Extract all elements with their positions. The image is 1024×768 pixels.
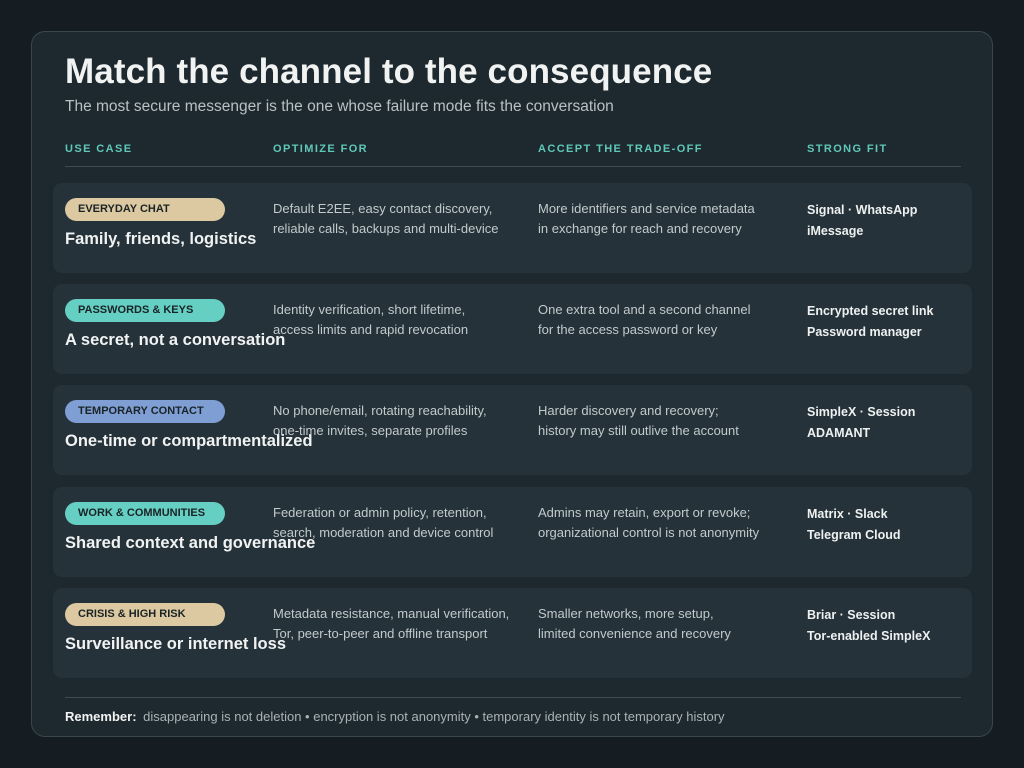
- strong-fit-line: Encrypted secret link: [807, 304, 934, 318]
- optimize-for-cell: No phone/email, rotating reachability, o…: [273, 401, 487, 440]
- optimize-for-line: access limits and rapid revocation: [273, 321, 469, 337]
- optimize-for-cell: Metadata resistance, manual verification…: [273, 604, 509, 643]
- comparison-card: Match the channel to the consequence The…: [31, 31, 993, 737]
- table-row: PASSWORDS & KEYS A secret, not a convers…: [53, 284, 972, 374]
- footer-note: Remember: disappearing is not deletion •…: [65, 709, 725, 724]
- strong-fit-cell: Briar · Session Tor-enabled SimpleX: [807, 605, 930, 646]
- trade-off-cell: More identifiers and service metadata in…: [538, 199, 755, 238]
- optimize-for-line: Federation or admin policy, retention,: [273, 505, 487, 520]
- strong-fit-cell: SimpleX · Session ADAMANT: [807, 402, 915, 443]
- trade-off-line: One extra tool and a second channel: [538, 302, 751, 317]
- optimize-for-line: Identity verification, short lifetime,: [273, 302, 466, 317]
- trade-off-cell: Admins may retain, export or revoke; org…: [538, 503, 759, 542]
- footer-divider: [65, 697, 961, 698]
- column-header-trade-off: ACCEPT THE TRADE-OFF: [538, 143, 703, 155]
- trade-off-cell: Smaller networks, more setup, limited co…: [538, 604, 731, 643]
- page-subtitle: The most secure messenger is the one who…: [65, 98, 614, 115]
- column-header-optimize-for: OPTIMIZE FOR: [273, 143, 369, 155]
- footer-lead: Remember:: [65, 709, 137, 724]
- strong-fit-cell: Matrix · Slack Telegram Cloud: [807, 504, 901, 545]
- use-case-title: Surveillance or internet loss: [65, 635, 286, 653]
- strong-fit-line: Matrix · Slack: [807, 507, 888, 521]
- header-divider: [65, 166, 961, 167]
- footer-text: disappearing is not deletion • encryptio…: [143, 709, 725, 724]
- trade-off-cell: Harder discovery and recovery; history m…: [538, 401, 739, 440]
- optimize-for-cell: Identity verification, short lifetime, a…: [273, 300, 468, 339]
- strong-fit-line: Briar · Session: [807, 608, 896, 622]
- table-row: WORK & COMMUNITIES Shared context and go…: [53, 487, 972, 577]
- strong-fit-cell: Encrypted secret link Password manager: [807, 301, 933, 342]
- table-row: TEMPORARY CONTACT One-time or compartmen…: [53, 385, 972, 475]
- optimize-for-cell: Default E2EE, easy contact discovery, re…: [273, 199, 498, 238]
- strong-fit-line: ADAMANT: [807, 425, 871, 440]
- use-case-title: A secret, not a conversation: [65, 331, 286, 349]
- trade-off-line: organizational control is not anonymity: [538, 524, 760, 540]
- optimize-for-cell: Federation or admin policy, retention, s…: [273, 503, 493, 542]
- optimize-for-line: search, moderation and device control: [273, 524, 494, 540]
- table-row: EVERYDAY CHAT Family, friends, logistics…: [53, 183, 972, 273]
- strong-fit-line: Signal · WhatsApp: [807, 203, 918, 217]
- strong-fit-line: iMessage: [807, 223, 864, 238]
- optimize-for-line: Default E2EE, easy contact discovery,: [273, 201, 493, 216]
- strong-fit-cell: Signal · WhatsApp iMessage: [807, 200, 917, 241]
- use-case-tag: EVERYDAY CHAT: [65, 198, 225, 221]
- trade-off-line: for the access password or key: [538, 321, 718, 337]
- use-case-tag: WORK & COMMUNITIES: [65, 502, 225, 525]
- use-case-tag: PASSWORDS & KEYS: [65, 299, 225, 322]
- table-row: CRISIS & HIGH RISK Surveillance or inter…: [53, 588, 972, 678]
- trade-off-line: limited convenience and recovery: [538, 625, 731, 641]
- page-title: Match the channel to the consequence: [65, 52, 713, 91]
- trade-off-line: Smaller networks, more setup,: [538, 606, 714, 621]
- trade-off-line: in exchange for reach and recovery: [538, 220, 742, 236]
- strong-fit-line: Password manager: [807, 324, 922, 339]
- strong-fit-line: Telegram Cloud: [807, 527, 901, 542]
- trade-off-line: history may still outlive the account: [538, 422, 739, 438]
- column-header-strong-fit: STRONG FIT: [807, 143, 888, 155]
- strong-fit-line: Tor-enabled SimpleX: [807, 628, 931, 643]
- optimize-for-line: No phone/email, rotating reachability,: [273, 403, 487, 418]
- optimize-for-line: Tor, peer-to-peer and offline transport: [273, 625, 488, 641]
- optimize-for-line: Metadata resistance, manual verification…: [273, 606, 510, 621]
- optimize-for-line: one-time invites, separate profiles: [273, 422, 468, 438]
- use-case-title: Family, friends, logistics: [65, 230, 257, 248]
- strong-fit-line: SimpleX · Session: [807, 405, 916, 419]
- use-case-tag: TEMPORARY CONTACT: [65, 400, 225, 423]
- trade-off-line: Admins may retain, export or revoke;: [538, 505, 751, 520]
- column-header-use-case: USE CASE: [65, 143, 133, 155]
- use-case-tag: CRISIS & HIGH RISK: [65, 603, 225, 626]
- optimize-for-line: reliable calls, backups and multi-device: [273, 220, 499, 236]
- trade-off-line: More identifiers and service metadata: [538, 201, 755, 216]
- trade-off-cell: One extra tool and a second channel for …: [538, 300, 750, 339]
- trade-off-line: Harder discovery and recovery;: [538, 403, 719, 418]
